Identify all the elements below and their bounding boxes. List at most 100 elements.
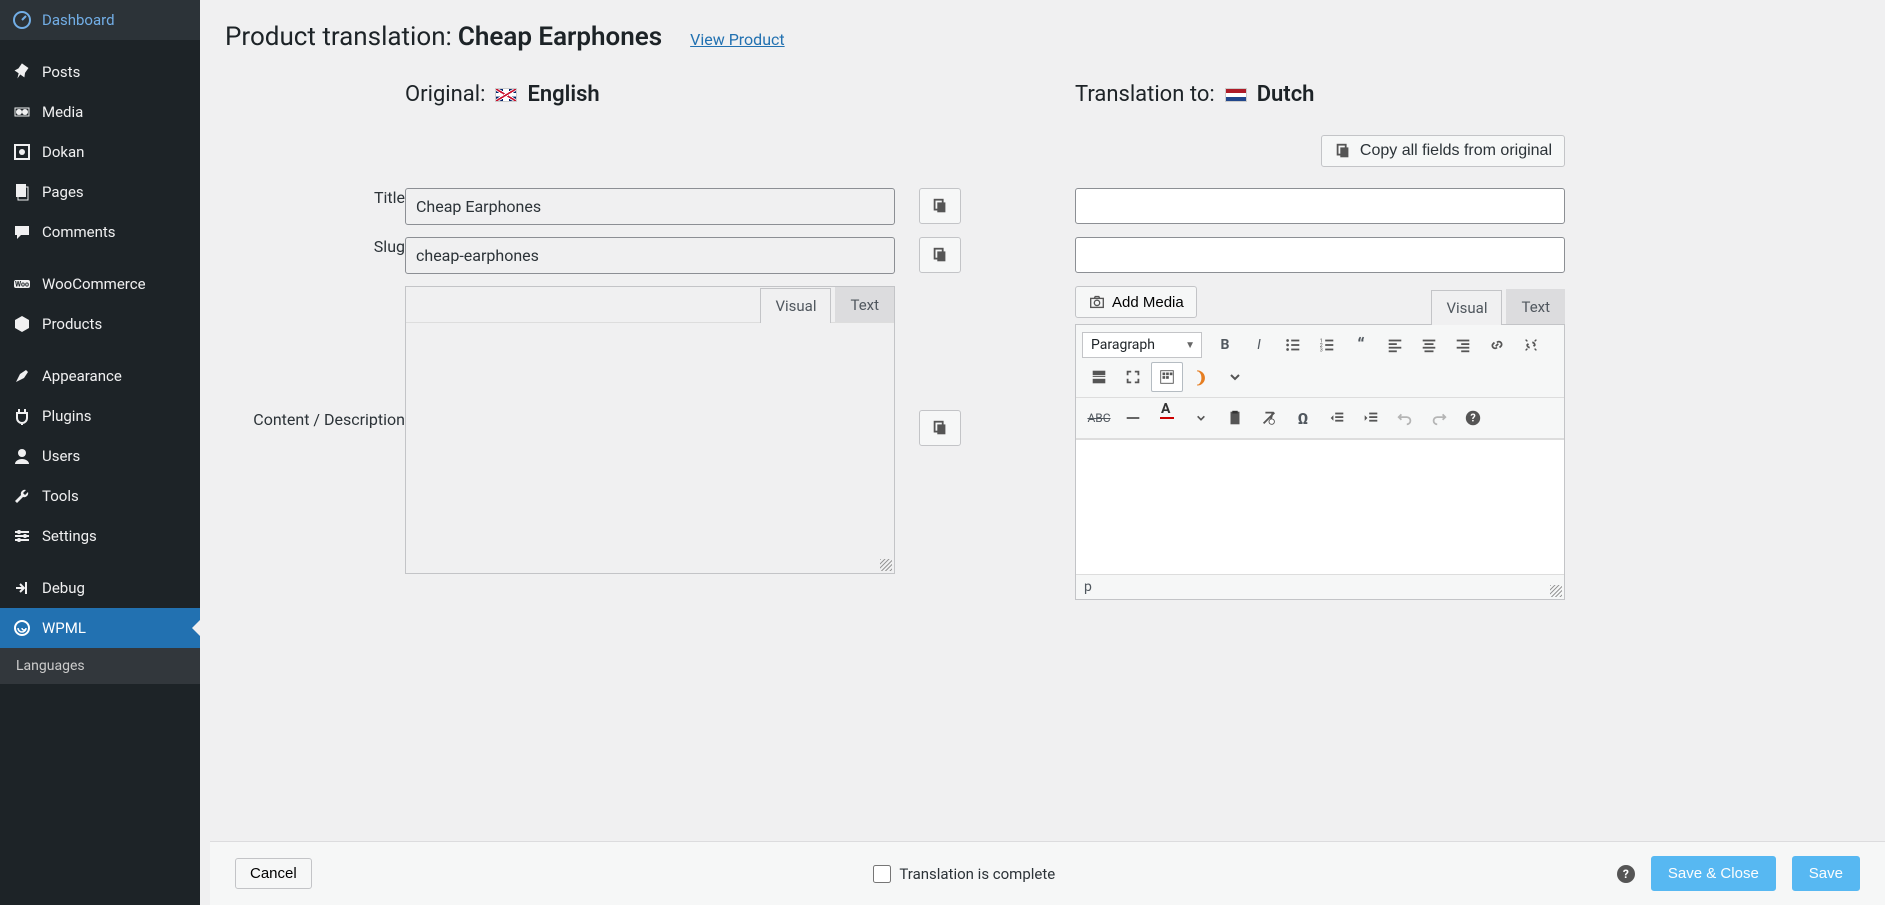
help-button[interactable]: ? [1457, 403, 1489, 433]
camera-icon [1088, 293, 1106, 311]
sidebar-item-tools[interactable]: Tools [0, 476, 200, 516]
format-select[interactable]: Paragraph [1082, 332, 1202, 358]
editor-status-bar: p [1076, 574, 1564, 599]
horizontal-rule-button[interactable] [1117, 403, 1149, 433]
view-product-link[interactable]: View Product [690, 30, 785, 49]
translation-lang-name: Dutch [1257, 82, 1315, 107]
wpml-icon [12, 618, 32, 638]
ltr-button[interactable]: ❩ [1185, 362, 1217, 392]
paste-text-button[interactable] [1219, 403, 1251, 433]
plugins-icon [12, 406, 32, 426]
clear-formatting-button[interactable] [1253, 403, 1285, 433]
sidebar-label: Posts [42, 63, 80, 81]
dokan-icon [12, 142, 32, 162]
align-center-button[interactable] [1413, 330, 1445, 360]
translation-content-body[interactable] [1076, 439, 1564, 574]
strikethrough-button[interactable]: ABC [1083, 403, 1115, 433]
blockquote-button[interactable]: “ [1345, 330, 1377, 360]
italic-button[interactable]: I [1243, 330, 1275, 360]
media-icon [12, 102, 32, 122]
numbered-list-button[interactable]: 123 [1311, 330, 1343, 360]
translation-slug-input[interactable] [1075, 237, 1565, 273]
title-label: Title [225, 182, 405, 213]
copy-icon [931, 197, 949, 215]
sidebar-item-debug[interactable]: Debug [0, 568, 200, 608]
chevron-down-icon[interactable] [1219, 362, 1251, 392]
sidebar-item-products[interactable]: Products [0, 304, 200, 344]
outdent-button[interactable] [1321, 403, 1353, 433]
undo-button[interactable] [1389, 403, 1421, 433]
svg-text:?: ? [1470, 412, 1475, 425]
text-tab[interactable]: Text [835, 287, 894, 322]
copy-all-button[interactable]: Copy all fields from original [1321, 135, 1565, 167]
add-media-button[interactable]: Add Media [1075, 286, 1197, 318]
copy-icon [931, 246, 949, 264]
translation-lang-header: Translation to: Dutch [1075, 82, 1565, 107]
users-icon [12, 446, 32, 466]
save-close-button[interactable]: Save & Close [1651, 856, 1776, 891]
copy-title-button[interactable] [919, 188, 961, 224]
resize-grip-icon[interactable] [880, 559, 892, 571]
comments-icon [12, 222, 32, 242]
sidebar-label: Appearance [42, 367, 122, 385]
sidebar-item-pages[interactable]: Pages [0, 172, 200, 212]
text-color-button[interactable] [1151, 403, 1183, 433]
copy-slug-button[interactable] [919, 237, 961, 273]
sidebar-label: Settings [42, 527, 97, 545]
sidebar-item-comments[interactable]: Comments [0, 212, 200, 252]
pages-icon [12, 182, 32, 202]
text-color-dropdown[interactable] [1185, 403, 1217, 433]
align-right-button[interactable] [1447, 330, 1479, 360]
sidebar-label: Dashboard [42, 11, 115, 29]
visual-tab[interactable]: Visual [1431, 290, 1502, 325]
sidebar-item-appearance[interactable]: Appearance [0, 356, 200, 396]
slug-label: Slug [225, 231, 405, 262]
appearance-icon [12, 366, 32, 386]
sidebar-item-media[interactable]: Media [0, 92, 200, 132]
cancel-button[interactable]: Cancel [235, 858, 312, 889]
align-left-button[interactable] [1379, 330, 1411, 360]
footer-bar: Cancel Translation is complete ? Save & … [210, 841, 1885, 905]
original-content-editor: Visual Text [405, 286, 895, 574]
fullscreen-button[interactable] [1117, 362, 1149, 392]
sidebar-item-dokan[interactable]: Dokan [0, 132, 200, 172]
sidebar-item-languages[interactable]: Languages [0, 648, 200, 684]
translation-title-input[interactable] [1075, 188, 1565, 224]
complete-checkbox-input[interactable] [873, 865, 891, 883]
sidebar-item-wpml[interactable]: WPML [0, 608, 200, 648]
save-button[interactable]: Save [1792, 856, 1860, 891]
visual-tab[interactable]: Visual [760, 288, 831, 323]
bullet-list-button[interactable] [1277, 330, 1309, 360]
special-char-button[interactable]: Ω [1287, 403, 1319, 433]
resize-grip-icon[interactable] [1550, 585, 1562, 597]
toolbar-toggle-button[interactable] [1151, 362, 1183, 392]
svg-text:3: 3 [1320, 347, 1323, 353]
sidebar-item-posts[interactable]: Posts [0, 52, 200, 92]
sidebar-item-dashboard[interactable]: Dashboard [0, 0, 200, 40]
copy-content-button[interactable] [919, 410, 961, 446]
sidebar-item-users[interactable]: Users [0, 436, 200, 476]
insert-more-button[interactable] [1083, 362, 1115, 392]
sidebar-label: Tools [42, 487, 79, 505]
link-button[interactable] [1481, 330, 1513, 360]
sidebar-label: Media [42, 103, 83, 121]
sidebar-item-woocommerce[interactable]: Woo WooCommerce [0, 264, 200, 304]
translation-complete-checkbox[interactable]: Translation is complete [873, 865, 1055, 883]
sidebar-label: Plugins [42, 407, 91, 425]
sidebar-label: WPML [42, 619, 86, 637]
sidebar-label: Users [42, 447, 80, 465]
text-tab[interactable]: Text [1506, 289, 1565, 324]
redo-button[interactable] [1423, 403, 1455, 433]
woocommerce-icon: Woo [12, 274, 32, 294]
title-product-name: Cheap Earphones [458, 22, 662, 52]
sidebar-item-settings[interactable]: Settings [0, 516, 200, 556]
sidebar-item-plugins[interactable]: Plugins [0, 396, 200, 436]
unlink-button[interactable] [1515, 330, 1547, 360]
copy-icon [931, 419, 949, 437]
copy-icon [1334, 142, 1352, 160]
bold-button[interactable]: B [1209, 330, 1241, 360]
help-icon[interactable]: ? [1617, 865, 1635, 883]
debug-icon [12, 578, 32, 598]
translation-content-editor: Paragraph B I 123 “ ❩ [1075, 324, 1565, 600]
indent-button[interactable] [1355, 403, 1387, 433]
